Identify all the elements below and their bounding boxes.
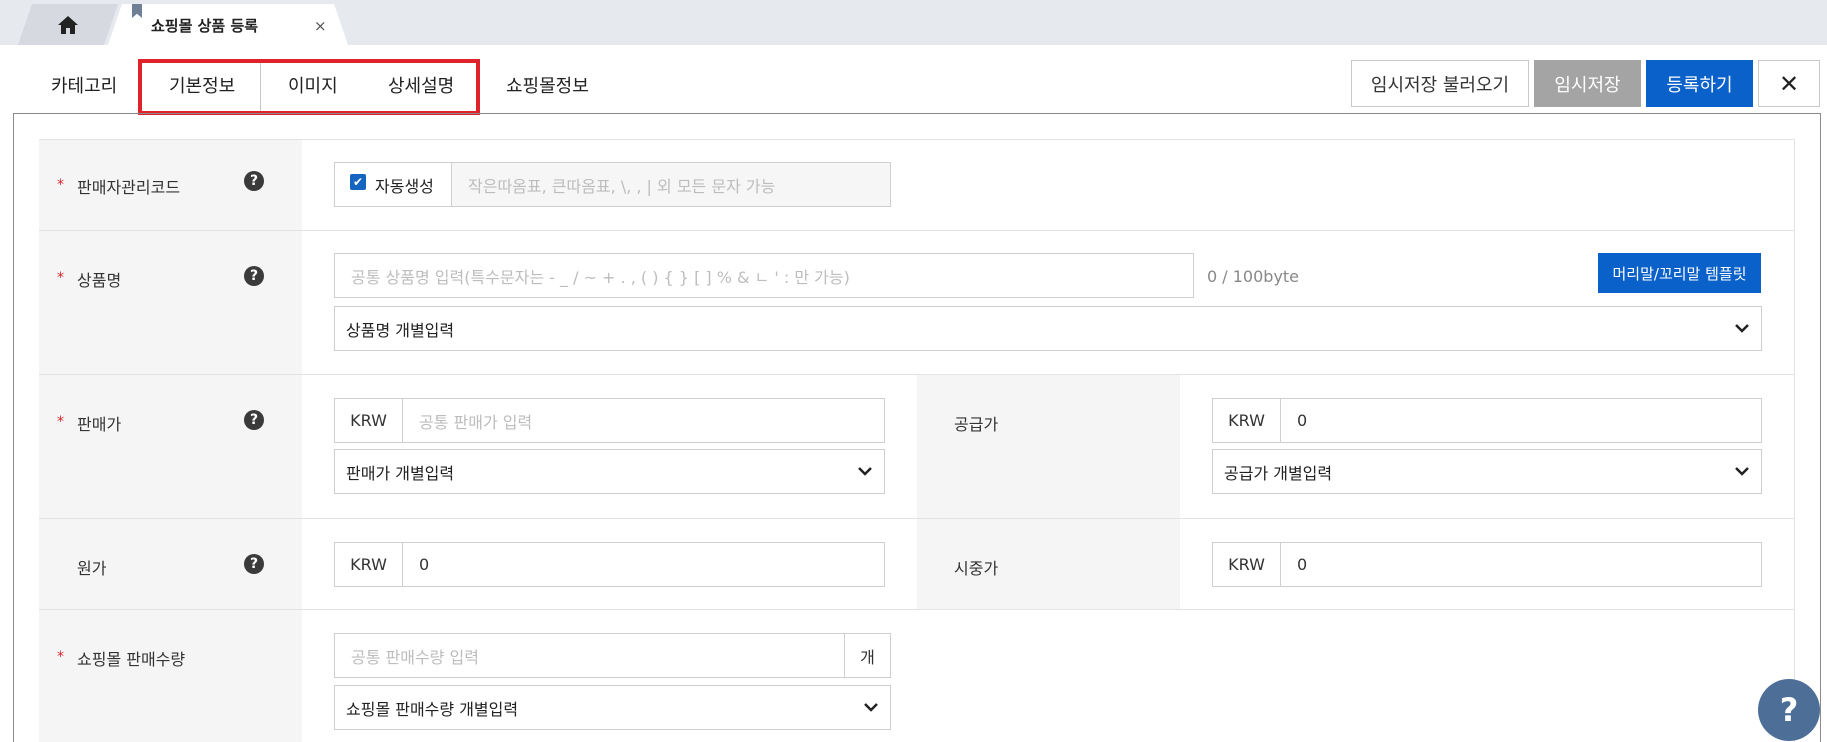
supply-price-label: 공급가 — [954, 415, 999, 434]
home-icon — [57, 15, 79, 35]
load-temp-button[interactable]: 임시저장 불러오기 — [1351, 60, 1529, 107]
chevron-down-icon — [1735, 324, 1749, 333]
required-mark: * — [57, 177, 64, 193]
help-icon[interactable]: ? — [244, 266, 264, 286]
seller-code-label: 판매자관리코드 — [77, 178, 181, 197]
active-tab-title: 쇼핑몰 상품 등록 — [151, 17, 259, 35]
market-price-label: 시중가 — [954, 559, 999, 578]
select-label: 공급가 개별입력 — [1224, 463, 1333, 483]
supply-price-input[interactable]: 0 — [1280, 398, 1762, 443]
currency-prefix: KRW — [1212, 542, 1281, 587]
currency-prefix: KRW — [334, 542, 403, 587]
row-divider — [39, 230, 1795, 231]
tab-mall-info[interactable]: 쇼핑몰정보 — [506, 72, 589, 98]
chevron-down-icon — [858, 467, 872, 476]
temp-save-button[interactable]: 임시저장 — [1534, 60, 1641, 107]
market-price-input[interactable]: 0 — [1280, 542, 1762, 587]
select-label: 상품명 개별입력 — [346, 320, 455, 340]
close-button[interactable]: ✕ — [1758, 60, 1820, 107]
required-mark: * — [57, 649, 64, 665]
help-icon[interactable]: ? — [244, 554, 264, 574]
bookmark-icon — [132, 4, 142, 18]
row-divider — [39, 609, 1795, 610]
row-divider — [39, 374, 1795, 375]
help-icon[interactable]: ? — [244, 410, 264, 430]
select-label: 쇼핑몰 판매수량 개별입력 — [346, 699, 519, 719]
cost-price-label: 원가 — [77, 559, 107, 578]
home-tab[interactable] — [18, 4, 118, 45]
sale-price-input[interactable]: 공통 판매가 입력 — [402, 398, 885, 443]
row-divider — [39, 139, 1795, 140]
sale-quantity-individual-select[interactable]: 쇼핑몰 판매수량 개별입력 — [334, 685, 891, 730]
sale-quantity-input[interactable]: 공통 판매수량 입력 — [334, 633, 845, 678]
help-fab-button[interactable]: ? — [1758, 679, 1820, 741]
currency-prefix: KRW — [1212, 398, 1281, 443]
supply-price-individual-select[interactable]: 공급가 개별입력 — [1212, 449, 1762, 494]
sale-price-individual-select[interactable]: 판매가 개별입력 — [334, 449, 885, 494]
chevron-down-icon — [864, 703, 878, 712]
window-tab-strip: 쇼핑몰 상품 등록 × — [0, 0, 1827, 45]
chevron-down-icon — [1735, 467, 1749, 476]
highlight-box — [138, 59, 480, 115]
product-name-input[interactable]: 공통 상품명 입력(특수문자는 - _ / ~ + . , ( ) { } [ … — [334, 253, 1194, 298]
right-border — [1794, 139, 1795, 742]
register-button[interactable]: 등록하기 — [1646, 60, 1753, 107]
required-mark: * — [57, 270, 64, 286]
row-divider — [39, 518, 1795, 519]
auto-generate-label: 자동생성 — [375, 176, 434, 196]
byte-counter: 0 / 100byte — [1207, 267, 1300, 286]
template-button[interactable]: 머리말/꼬리말 템플릿 — [1598, 253, 1761, 293]
seller-code-input[interactable]: 작은따옴표, 큰따옴표, \, , | 외 모든 문자 가능 — [451, 162, 891, 207]
quantity-unit: 개 — [844, 633, 891, 678]
close-tab-icon[interactable]: × — [314, 17, 327, 35]
help-icon[interactable]: ? — [244, 171, 264, 191]
product-name-label: 상품명 — [77, 271, 122, 290]
product-name-individual-select[interactable]: 상품명 개별입력 — [334, 306, 1762, 351]
cost-price-input[interactable]: 0 — [402, 542, 885, 587]
currency-prefix: KRW — [334, 398, 403, 443]
active-window-tab[interactable]: 쇼핑몰 상품 등록 × — [108, 4, 348, 45]
tab-category[interactable]: 카테고리 — [51, 72, 117, 98]
required-mark: * — [57, 414, 64, 430]
auto-generate-checkbox[interactable]: ✔ — [350, 174, 366, 190]
sale-price-label: 판매가 — [77, 415, 122, 434]
sale-quantity-label: 쇼핑몰 판매수량 — [77, 650, 186, 669]
select-label: 판매가 개별입력 — [346, 463, 455, 483]
